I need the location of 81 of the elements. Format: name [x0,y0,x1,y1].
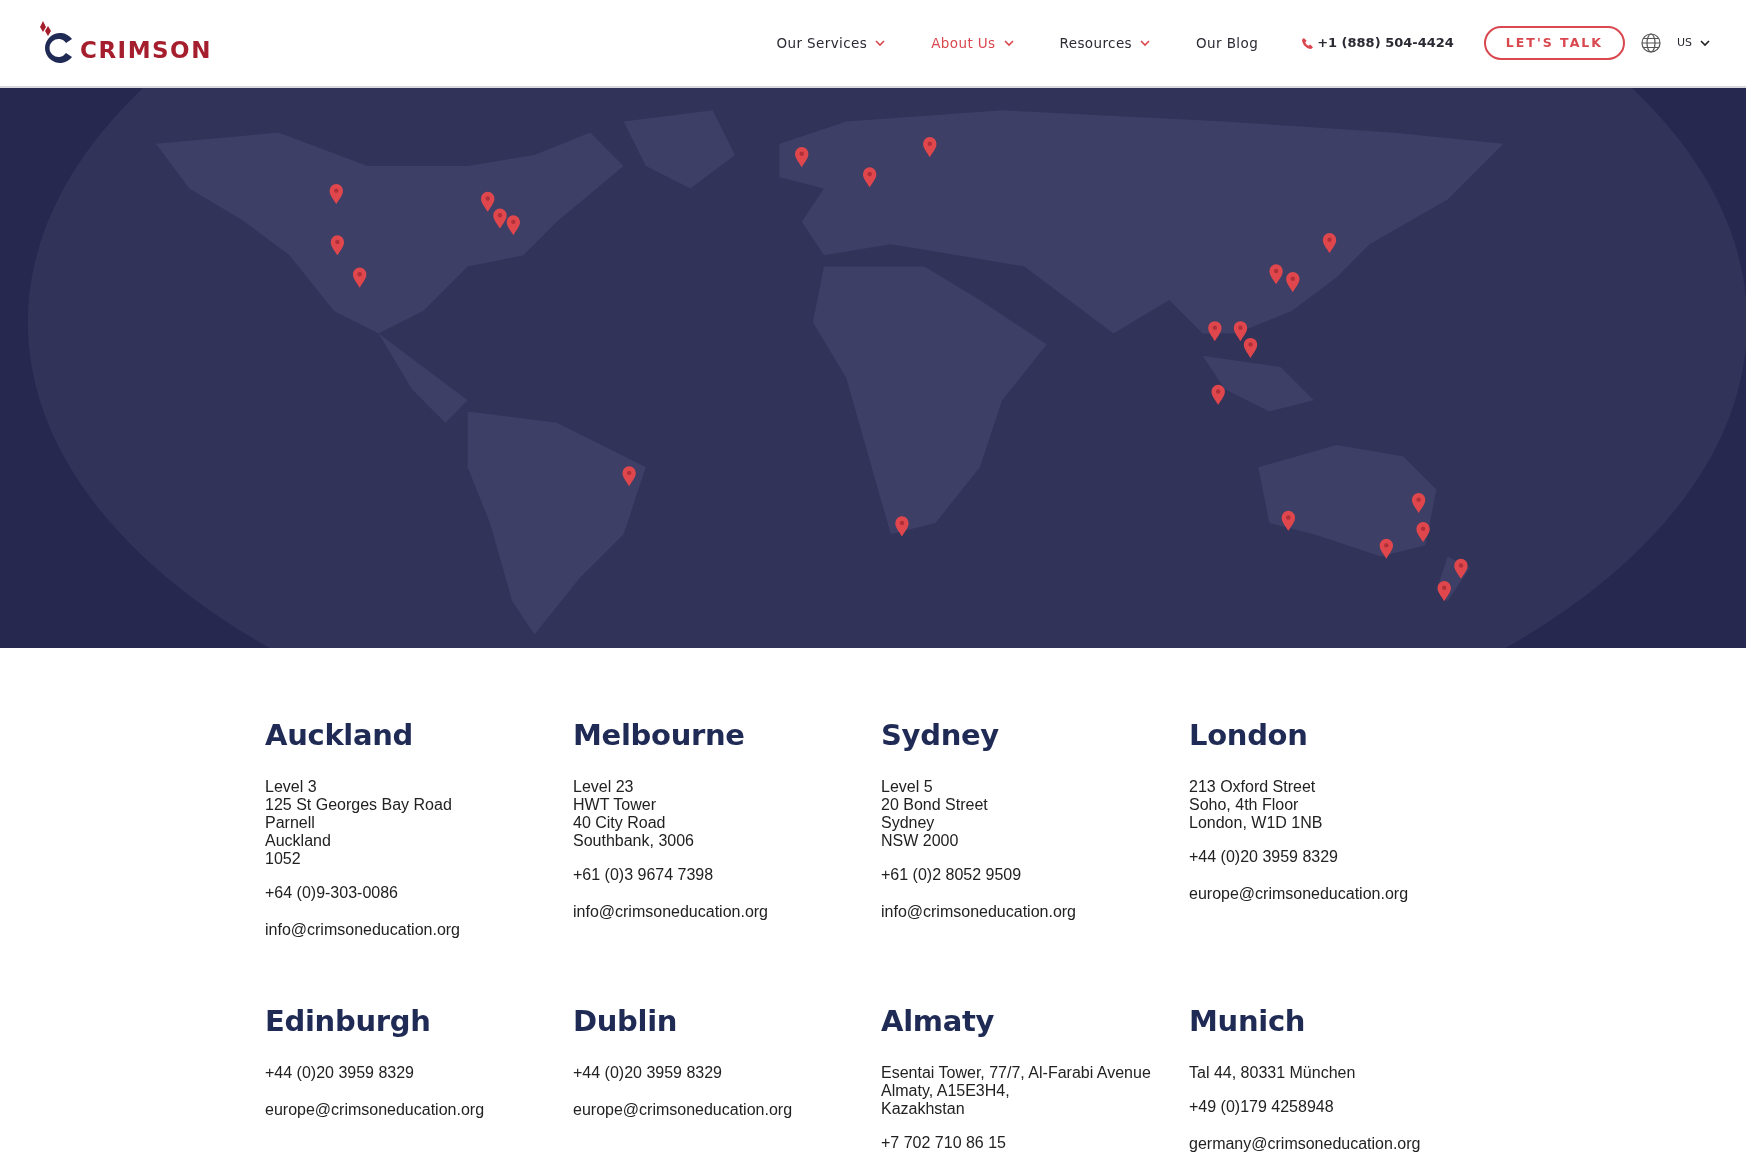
email-link[interactable]: germany@crimsoneducation.org [1189,1134,1421,1152]
nav-link[interactable]: About Us [931,32,1014,54]
map-pin-icon[interactable] [493,208,507,229]
email-link[interactable]: europe@crimsoneducation.org [1189,884,1409,902]
address-line: Southbank, 3006 [573,831,695,850]
address-line: Level 5 [881,777,934,796]
map-pin-icon[interactable] [1454,558,1468,579]
map-pin-icon[interactable] [330,235,345,256]
map-pin-icon[interactable] [506,215,520,236]
phone-number: +44 (0)20 3959 8329 [265,1063,415,1082]
email-link[interactable]: europe@crimsoneducation.org [573,1100,793,1118]
address-line: Soho, 4th Floor [1189,795,1300,814]
address-line: 1052 [265,849,302,868]
chevron-down-icon [1700,39,1710,47]
office-city-heading: Edinburgh [265,1003,432,1039]
address-line: HWT Tower [573,795,657,814]
address-line: Kazakhstan [881,1099,966,1118]
office-city-heading: London [1189,718,1309,753]
map-pin-icon[interactable] [1416,521,1430,542]
map-pin-icon[interactable] [1437,581,1451,602]
office-city-heading: Melbourne [573,718,746,753]
nav-link[interactable]: Our Blog [1196,32,1259,54]
nav-link[interactable]: Resources [1059,32,1151,54]
map-pin-icon[interactable] [481,191,495,212]
address-line: Almaty, A15E3H4, [881,1081,1011,1100]
address-line: 40 City Road [573,813,667,832]
map-pin-icon[interactable] [795,147,809,168]
address-line: Esentai Tower, 77/7, Al-Farabi Avenue [881,1063,1152,1082]
nav-link[interactable]: Our Services [776,32,886,54]
office-city-heading: Sydney [881,718,1000,753]
map-pin-icon[interactable] [1379,538,1393,559]
map-pin-icon[interactable] [1322,233,1337,254]
address-line: 213 Oxford Street [1189,777,1317,796]
address-line: Auckland [265,831,332,850]
phone-number: +61 (0)3 9674 7398 [573,865,715,884]
caret-icon [1140,39,1151,47]
map-pin-icon[interactable] [353,267,367,288]
phone-number: +44 (0)20 3959 8329 [573,1063,723,1082]
address-line: Level 3 [265,777,318,796]
address-line: Sydney [881,813,936,832]
phone-number: +61 (0)2 8052 9509 [881,865,1023,884]
logo-wordmark[interactable]: CRIMSON [80,32,212,67]
map-pin-icon[interactable] [1269,264,1283,285]
phone-number: +7 702 710 86 15 [881,1133,1007,1152]
email-link[interactable]: info@crimsoneducation.org [573,902,768,920]
office-city-heading: Auckland [265,718,415,753]
map-pin-icon[interactable] [622,466,636,487]
phone-icon [1302,37,1314,49]
globe-icon[interactable] [1640,33,1661,53]
phone-number: +49 (0)179 4258948 [1189,1097,1335,1116]
email-link[interactable]: info@crimsoneducation.org [265,920,460,938]
office-city-heading: Munich [1189,1003,1307,1039]
map-pin-icon[interactable] [1233,321,1248,342]
email-link[interactable]: info@crimsoneducation.org [881,902,1076,920]
office-city-heading: Dublin [573,1003,679,1039]
map-pin-icon[interactable] [863,167,877,188]
map-pin-icon[interactable] [329,183,343,204]
map-pin-icon[interactable] [1208,321,1222,342]
address-line: London, W1D 1NB [1189,813,1324,832]
map-pin-icon[interactable] [1286,272,1300,293]
office-city-heading: Almaty [881,1003,996,1039]
email-link[interactable]: europe@crimsoneducation.org [265,1100,485,1118]
lets-talk-button[interactable]: LET'S TALK [1483,25,1625,61]
address-line: 20 Bond Street [881,795,989,814]
map-pin-icon[interactable] [895,516,909,537]
caret-icon [875,39,886,47]
address-line: Level 23 [573,777,635,796]
map-pin-icon[interactable] [1211,384,1225,405]
phone-link[interactable]: +1 (888) 504-4424 [1302,33,1454,53]
address-line: Tal 44, 80331 München [1189,1063,1357,1082]
map-pin-icon[interactable] [1281,510,1295,531]
phone-number: +64 (0)9-303-0086 [265,883,399,902]
address-line: 125 St Georges Bay Road [265,795,453,814]
address-line: NSW 2000 [881,831,960,850]
map-pin-icon[interactable] [923,137,937,158]
map-pin-icon[interactable] [1243,337,1258,358]
map-pin-icon[interactable] [1411,492,1426,513]
phone-number: +44 (0)20 3959 8329 [1189,847,1339,866]
caret-icon [1003,39,1014,47]
locale-selector[interactable]: US [1676,34,1710,52]
address-line: Parnell [265,813,316,832]
